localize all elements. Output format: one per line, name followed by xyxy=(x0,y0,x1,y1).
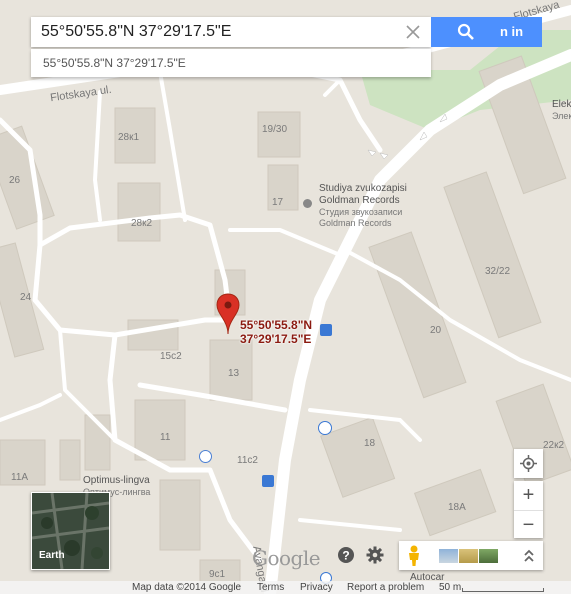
my-location-button[interactable] xyxy=(514,449,543,478)
close-icon[interactable] xyxy=(403,22,423,42)
chevron-up-icon[interactable] xyxy=(523,549,535,563)
help-icon[interactable]: ? xyxy=(337,546,355,564)
report-problem-link[interactable]: Report a problem xyxy=(347,582,424,593)
search-icon xyxy=(457,23,474,40)
zoom-out-button[interactable]: − xyxy=(514,510,543,539)
search-input[interactable] xyxy=(41,17,391,47)
svg-text:?: ? xyxy=(342,549,349,563)
earth-label: Earth xyxy=(39,550,65,561)
search-suggestion[interactable]: 55°50'55.8"N 37°29'17.5"E xyxy=(31,49,431,77)
crosshair-icon xyxy=(520,455,537,472)
map-footer: Map data ©2014 Google Terms Privacy Repo… xyxy=(0,581,571,594)
pegman-icon[interactable] xyxy=(407,545,421,567)
search-box xyxy=(31,17,431,47)
earth-view-toggle[interactable]: Earth xyxy=(31,492,110,570)
terms-link[interactable]: Terms xyxy=(257,582,284,593)
scale-label: 50 m xyxy=(439,582,462,593)
location-pin-icon[interactable] xyxy=(216,293,240,335)
scale-bar xyxy=(462,588,544,592)
google-logo: Google xyxy=(252,546,321,570)
photo-thumbnail-field[interactable] xyxy=(459,549,478,563)
privacy-link[interactable]: Privacy xyxy=(300,582,333,593)
imagery-bar xyxy=(399,541,543,570)
photo-thumbnail-trees[interactable] xyxy=(479,549,498,563)
zoom-control: + − xyxy=(514,481,543,538)
gear-icon[interactable] xyxy=(366,546,384,564)
zoom-in-button[interactable]: + xyxy=(514,481,543,509)
map-data-attribution: Map data ©2014 Google xyxy=(132,582,242,593)
search-button[interactable] xyxy=(431,17,500,47)
photo-thumbnail-sky[interactable] xyxy=(439,549,458,563)
